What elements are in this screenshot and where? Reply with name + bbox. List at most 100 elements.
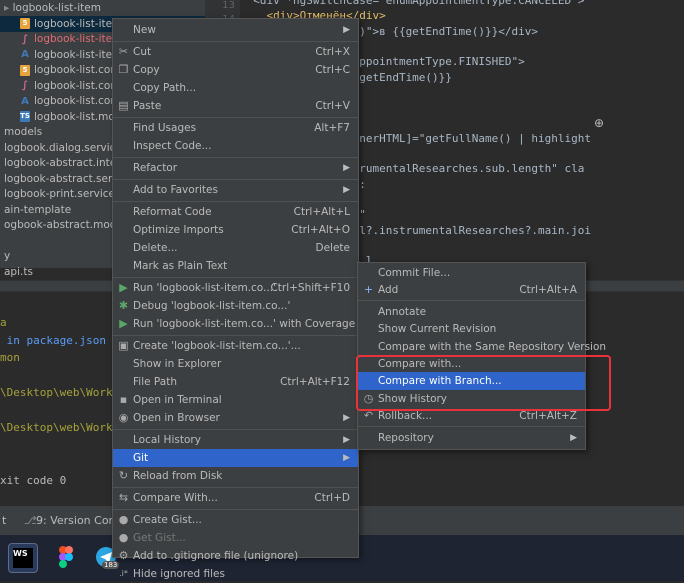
menu-item-open-in-browser[interactable]: ◉ Open in Browser ▶: [113, 409, 358, 427]
menu-item-label: Hide ignored files: [133, 568, 225, 580]
menu-item-hide-ignored-files[interactable]: .i* Hide ignored files: [113, 565, 358, 583]
menu-item-label: Run 'logbook-list-item.co...': [133, 282, 276, 294]
figma-icon[interactable]: [52, 543, 80, 571]
menu-item-label: Compare with the Same Repository Version: [378, 340, 607, 353]
terminal-line: \Desktop\web\Work: [0, 386, 113, 399]
menu-separator: [113, 40, 358, 42]
ts-file-icon: TS: [20, 111, 30, 122]
menu-item-label: Mark as Plain Text: [133, 260, 228, 272]
menu-item-cut[interactable]: ✂ Cut Ctrl+X: [113, 43, 358, 61]
menu-item-compare-with-the-same-repository-version[interactable]: Compare with the Same Repository Version: [358, 338, 606, 356]
menu-item-add-to-gitignore-file-unignore[interactable]: ⚙ Add to .gitignore file (unignore): [113, 547, 358, 565]
menu-item-create-logbook-list-item-co[interactable]: ▣ Create 'logbook-list-item.co...'...: [113, 337, 358, 355]
menu-item-repository[interactable]: Repository ▶: [358, 429, 585, 447]
tree-item-label: logbook-print.service.ts: [4, 188, 128, 200]
menu-item-copy[interactable]: ❐ Copy Ctrl+C: [113, 61, 358, 79]
menu-item-run-logbook-list-item-co-with-coverage[interactable]: ▶ Run 'logbook-list-item.co...' with Cove…: [113, 315, 358, 333]
menu-item-refactor[interactable]: Refactor ▶: [113, 159, 358, 177]
menu-item-label: Reload from Disk: [133, 470, 223, 482]
menu-item-label: Show Current Revision: [378, 323, 497, 336]
terminal-line: xit code 0: [0, 473, 67, 487]
menu-item-label: Git: [133, 452, 149, 464]
tree-item-label: ain-template: [4, 203, 72, 216]
version-control-icon: ⎇: [24, 514, 37, 527]
menu-item-create-gist[interactable]: ● Create Gist...: [113, 511, 358, 529]
menu-item-show-in-explorer[interactable]: Show in Explorer: [113, 355, 358, 373]
get-gist-icon: ●: [118, 531, 129, 544]
menu-item-delete[interactable]: Delete... Delete: [113, 239, 358, 257]
menu-item-shortcut: Ctrl+V: [315, 100, 350, 112]
menu-separator: [113, 200, 358, 202]
menu-item-copy-path[interactable]: Copy Path...: [113, 79, 358, 97]
menu-item-label: Repository: [378, 431, 434, 444]
menu-separator: [113, 486, 358, 488]
scss-file-icon: ∫: [21, 33, 29, 45]
menu-item-label: Add to .gitignore file (unignore): [133, 550, 299, 562]
menu-item-label: Debug 'logbook-list-item.co...': [133, 300, 291, 312]
menu-item-reload-from-disk[interactable]: ↻ Reload from Disk: [113, 467, 358, 485]
menu-item-shortcut: Ctrl+Alt+A: [519, 284, 577, 297]
tool-tab-terminal[interactable]: t: [2, 514, 6, 527]
menu-item-label: Create 'logbook-list-item.co...'...: [133, 340, 301, 352]
menu-item-label: Inspect Code...: [133, 140, 212, 152]
menu-separator: [113, 116, 358, 118]
menu-item-label: Open in Terminal: [133, 394, 222, 406]
menu-separator: [113, 178, 358, 180]
line-number: 13: [222, 0, 235, 11]
terminal-line: mon: [0, 351, 20, 364]
menu-item-label: Compare With...: [133, 492, 218, 504]
menu-item-shortcut: Delete: [315, 242, 351, 254]
menu-item-label: New: [133, 24, 156, 36]
menu-item-add[interactable]: + Add Ctrl+Alt+A: [358, 281, 585, 299]
menu-item-local-history[interactable]: Local History ▶: [113, 431, 358, 449]
open-in-browser-icon: ◉: [118, 411, 129, 424]
menu-separator: [358, 426, 585, 428]
add-to-gitignore-file-unignore-icon: ⚙: [118, 549, 129, 562]
submenu-arrow-icon: ▶: [343, 185, 350, 195]
menu-item-commit-file[interactable]: Commit File...: [358, 264, 585, 282]
debug-logbook-list-item-co-icon: ✱: [118, 299, 129, 312]
menu-item-open-in-terminal[interactable]: ▪ Open in Terminal: [113, 391, 358, 409]
menu-item-shortcut: Alt+F7: [314, 122, 350, 134]
menu-item-mark-as-plain-text[interactable]: Mark as Plain Text: [113, 257, 358, 275]
menu-item-label: Create Gist...: [133, 514, 202, 526]
menu-separator: [113, 334, 358, 336]
menu-item-label: Find Usages: [133, 122, 197, 134]
menu-item-paste[interactable]: ▤ Paste Ctrl+V: [113, 97, 358, 115]
run-logbook-list-item-co-icon: ▶: [119, 281, 128, 294]
context-menu: New ▶ ✂ Cut Ctrl+X ❐ Copy Ctrl+C Copy Path... ▤ Pa…: [112, 18, 359, 580]
webstorm-icon[interactable]: WS: [8, 543, 38, 573]
annotation-highlight-box: [356, 355, 611, 411]
tree-item[interactable]: ▸ logbook-list-item: [0, 0, 205, 16]
tree-item-label: y: [4, 250, 11, 262]
menu-item-git[interactable]: Git ▶: [113, 449, 358, 467]
menu-item-label: Run 'logbook-list-item.co...' with Cover…: [133, 318, 356, 330]
menu-item-inspect-code[interactable]: Inspect Code...: [113, 137, 358, 155]
menu-separator: [113, 508, 358, 510]
menu-item-add-to-favorites[interactable]: Add to Favorites ▶: [113, 181, 358, 199]
menu-item-file-path[interactable]: File Path Ctrl+Alt+F12: [113, 373, 358, 391]
menu-item-run-logbook-list-item-co[interactable]: ▶ Run 'logbook-list-item.co...' Ctrl+Shift…: [113, 279, 358, 297]
menu-item-label: Local History: [133, 434, 201, 446]
menu-item-show-current-revision[interactable]: Show Current Revision: [358, 320, 585, 338]
menu-item-find-usages[interactable]: Find Usages Alt+F7: [113, 119, 358, 137]
menu-item-shortcut: Ctrl+Alt+L: [293, 206, 350, 218]
hide-ignored-files-icon: .i*: [119, 569, 128, 578]
menu-item-shortcut: Ctrl+Alt+O: [291, 224, 350, 236]
tree-item-label: logbook-list-item: [12, 2, 101, 14]
menu-item-label: Add to Favorites: [133, 184, 218, 196]
menu-item-annotate[interactable]: Annotate: [358, 303, 585, 321]
tree-item-label: models: [4, 126, 43, 138]
menu-item-reformat-code[interactable]: Reformat Code Ctrl+Alt+L: [113, 203, 358, 221]
menu-item-compare-with[interactable]: ⇆ Compare With... Ctrl+D: [113, 489, 358, 507]
menu-item-label: Open in Browser: [133, 412, 220, 424]
submenu-arrow-icon: ▶: [343, 413, 350, 423]
menu-item-new[interactable]: New ▶: [113, 21, 358, 39]
menu-item-shortcut: Ctrl+Alt+F12: [280, 376, 350, 388]
menu-item-debug-logbook-list-item-co[interactable]: ✱ Debug 'logbook-list-item.co...': [113, 297, 358, 315]
menu-separator: [113, 428, 358, 430]
submenu-arrow-icon: ▶: [343, 25, 350, 35]
menu-item-optimize-imports[interactable]: Optimize Imports Ctrl+Alt+O: [113, 221, 358, 239]
submenu-arrow-icon: ▶: [343, 435, 350, 445]
menu-separator: [113, 156, 358, 158]
